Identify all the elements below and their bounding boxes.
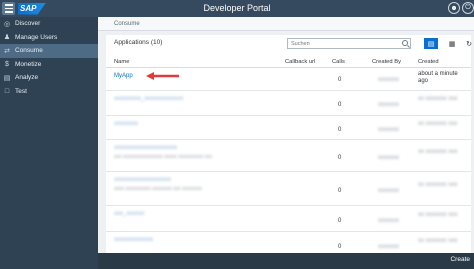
document-icon: □ — [4, 87, 10, 95]
sidebar-item-discover[interactable]: ◎ Discover — [0, 17, 98, 31]
sidebar-item-manage-users[interactable]: ♟ Manage Users — [0, 31, 98, 45]
column-created-by[interactable]: Created By — [372, 59, 401, 65]
column-callback-url[interactable]: Callback url — [285, 59, 315, 65]
grid-view-button[interactable]: ▦ — [445, 38, 459, 49]
created-by-value: xxxxxxx — [378, 102, 399, 108]
refresh-icon[interactable]: ↻ — [462, 38, 474, 49]
app-name-link[interactable]: xxxxxxxxxxxxxxxxxxxxx — [114, 145, 177, 151]
sidebar-item-consume[interactable]: ⇄ Consume — [0, 44, 98, 58]
main-content: Consume Applications (10) ▤ ▦ ↻ Name Cal… — [98, 17, 474, 269]
chart-icon: ▤ — [3, 74, 11, 82]
app-name-link[interactable]: xxxxxxxxxxxxxxxxxxx — [114, 177, 171, 183]
table-row[interactable]: xxxxxxxxxxxxxxxxxxx xxxx xxxxxxxxxx xxxx… — [106, 172, 471, 206]
search-input[interactable] — [291, 39, 399, 48]
created-value: xx xxxxxxx xxx — [418, 149, 458, 155]
created-by-value: xxxxxxx — [378, 77, 399, 83]
created-value: xx xxxxxxx xxx — [418, 238, 458, 244]
app-title: Developer Portal — [203, 3, 271, 13]
app-name-link[interactable]: xxxxxxxxx_xxxxxxxxxxxxx — [114, 96, 183, 102]
created-value: about a minute ago — [418, 71, 458, 84]
dollar-icon: $ — [5, 60, 9, 68]
connect-icon: ⇄ — [4, 47, 10, 55]
created-by-value: xxxxxxx — [378, 188, 399, 194]
app-name-link[interactable]: xxx_xxxxxx — [114, 211, 144, 217]
created-by-value: xxxxxxx — [378, 244, 399, 250]
created-by-value: xxxxxxx — [378, 127, 399, 133]
created-by-value: xxxxxxx — [378, 218, 399, 224]
sidebar-item-monetize[interactable]: $ Monetize — [0, 58, 98, 72]
app-name-link[interactable]: MyApp — [114, 73, 133, 79]
search-field[interactable] — [287, 38, 411, 49]
calls-value: 0 — [338, 218, 342, 224]
table-row[interactable]: xxxxxxxxx_xxxxxxxxxxxxx 0 xxxxxxx xx xxx… — [106, 91, 471, 116]
sidebar-item-label: Manage Users — [15, 33, 58, 41]
footer-bar: Create — [98, 253, 474, 269]
sap-logo: SAP — [18, 2, 46, 15]
column-created[interactable]: Created — [418, 59, 439, 65]
calls-value: 0 — [338, 102, 342, 108]
app-description: xxx xxxxxxxxxxxxxxxx xxxxx xxxxxxxxxx xx… — [114, 154, 213, 160]
power-icon[interactable]: ⏻ — [462, 2, 474, 14]
target-icon: ◎ — [3, 20, 11, 28]
created-value: xx xxxxxxx xxx — [418, 121, 458, 127]
app-name-link[interactable]: xxxxxxxxxxxxx — [114, 237, 153, 243]
app-description: xxxx xxxxxxxxxx xxxxxxxx xxx xxxxxxxx — [114, 186, 203, 192]
created-by-value: xxxxxxx — [378, 155, 399, 161]
sidebar-item-label: Consume — [15, 47, 43, 55]
create-button[interactable]: Create — [450, 256, 470, 263]
breadcrumb: Consume — [98, 17, 474, 31]
created-value: xx xxxxxxx xxx — [418, 182, 458, 188]
annotation-arrow-icon — [146, 72, 179, 80]
table-row[interactable]: xxx_xxxxxx 0 xxxxxxx xx xxxxxxx xxx — [106, 206, 471, 232]
calls-value: 0 — [338, 127, 342, 133]
applications-title: Applications (10) — [114, 39, 163, 46]
sidebar-item-analyze[interactable]: ▤ Analyze — [0, 71, 98, 85]
sidebar: ◎ Discover ♟ Manage Users ⇄ Consume $ Mo… — [0, 17, 98, 269]
sidebar-item-label: Analyze — [15, 74, 39, 82]
menu-icon[interactable] — [2, 2, 15, 15]
applications-panel: Applications (10) ▤ ▦ ↻ Name Callback ur… — [106, 35, 474, 257]
column-name[interactable]: Name — [114, 59, 129, 65]
users-icon: ♟ — [3, 34, 11, 42]
created-value: xx xxxxxxx xxx — [418, 212, 458, 218]
table-row[interactable]: xxxxxxxx 0 xxxxxxx xx xxxxxxx xxx — [106, 116, 471, 140]
sidebar-item-label: Discover — [15, 20, 41, 28]
app-name-link[interactable]: xxxxxxxx — [114, 121, 138, 127]
created-value: xx xxxxxxx xxx — [418, 96, 458, 102]
table-row[interactable]: xxxxxxxxxxxxxxxxxxxxx xxx xxxxxxxxxxxxxx… — [106, 140, 471, 172]
user-icon[interactable]: ☻ — [448, 2, 460, 14]
table-row[interactable]: MyApp 0 xxxxxxx about a minute ago — [106, 68, 471, 91]
sidebar-item-test[interactable]: □ Test — [0, 85, 98, 99]
calls-value: 0 — [338, 77, 342, 83]
calls-value: 0 — [338, 155, 342, 161]
app-shell: SAP Developer Portal ☻ ⏻ ◎ Discover ♟ Ma… — [0, 0, 474, 269]
table-header: Name Callback url Calls Created By Creat… — [106, 56, 471, 68]
calls-value: 0 — [338, 244, 342, 250]
shell-header: SAP Developer Portal ☻ ⏻ — [0, 0, 474, 17]
sidebar-item-label: Test — [15, 87, 27, 95]
calls-value: 0 — [338, 188, 342, 194]
sidebar-item-label: Monetize — [15, 60, 42, 68]
column-calls[interactable]: Calls — [332, 59, 345, 65]
search-icon[interactable] — [402, 40, 408, 46]
table-view-button[interactable]: ▤ — [424, 38, 438, 49]
applications-toolbar: Applications (10) ▤ ▦ ↻ — [106, 35, 474, 51]
